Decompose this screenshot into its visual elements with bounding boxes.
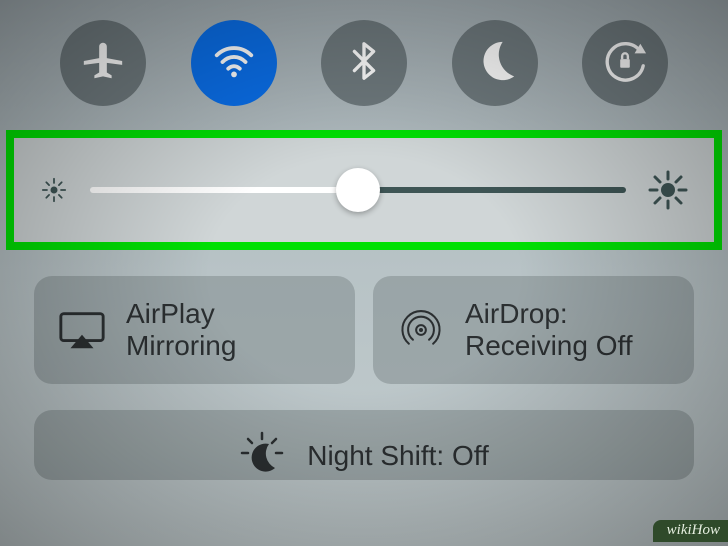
- brightness-high-icon: [648, 170, 688, 210]
- night-shift-icon: [239, 430, 285, 481]
- airdrop-button[interactable]: AirDrop: Receiving Off: [373, 276, 694, 384]
- bluetooth-icon: [341, 38, 387, 89]
- night-shift-label: Night Shift: Off: [307, 440, 489, 472]
- wifi-toggle[interactable]: [191, 20, 277, 106]
- airplay-mirroring-button[interactable]: AirPlay Mirroring: [34, 276, 355, 384]
- rotation-lock-toggle[interactable]: [582, 20, 668, 106]
- do-not-disturb-toggle[interactable]: [452, 20, 538, 106]
- airplay-label-line1: AirPlay: [126, 298, 236, 330]
- media-actions-row: AirPlay Mirroring AirDrop: Receiving Off: [0, 250, 728, 384]
- wifi-icon: [211, 38, 257, 89]
- night-shift-button[interactable]: Night Shift: Off: [34, 410, 694, 480]
- rotation-lock-icon: [602, 38, 648, 89]
- connectivity-toggle-row: [0, 0, 728, 130]
- airplay-icon: [56, 309, 108, 351]
- airplane-mode-toggle[interactable]: [60, 20, 146, 106]
- airdrop-label: AirDrop: Receiving Off: [465, 298, 633, 362]
- slider-track-filled: [90, 187, 358, 193]
- airplay-label: AirPlay Mirroring: [126, 298, 236, 362]
- moon-icon: [472, 38, 518, 89]
- slider-thumb[interactable]: [336, 168, 380, 212]
- airdrop-label-line1: AirDrop:: [465, 298, 633, 330]
- brightness-slider[interactable]: [90, 172, 626, 208]
- slider-track-empty: [358, 187, 626, 193]
- brightness-low-icon: [40, 176, 68, 204]
- airplay-label-line2: Mirroring: [126, 330, 236, 362]
- night-shift-row: Night Shift: Off: [0, 384, 728, 480]
- wikihow-watermark: wikiHow: [653, 520, 728, 542]
- airdrop-icon: [395, 309, 447, 351]
- airplane-icon: [80, 38, 126, 89]
- airdrop-label-line2: Receiving Off: [465, 330, 633, 362]
- brightness-panel: [6, 130, 722, 250]
- bluetooth-toggle[interactable]: [321, 20, 407, 106]
- brightness-section: [6, 130, 722, 250]
